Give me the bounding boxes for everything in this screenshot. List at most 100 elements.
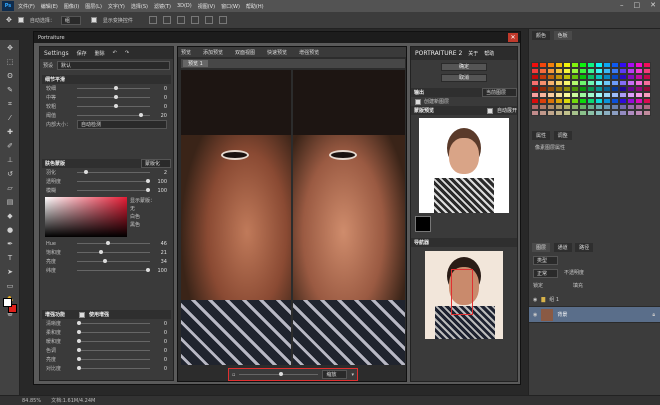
gradient-icon[interactable]: ▤ [3,197,17,208]
swatches-grid[interactable] [531,62,651,124]
mask-option-black[interactable]: 黑色 [130,221,155,228]
slider-knob[interactable] [146,268,151,272]
slider[interactable] [77,179,151,183]
swatch[interactable] [539,110,547,116]
slider-knob[interactable] [146,179,151,183]
slider[interactable] [77,330,150,334]
show-transform-checkbox[interactable] [90,17,97,23]
swatch[interactable] [547,110,555,116]
cancel-button[interactable]: 取消 [441,74,487,82]
slider-value[interactable]: 46 [153,241,167,247]
slider-knob[interactable] [106,241,111,245]
blend-mode-select[interactable]: 正常 [533,269,559,278]
menu-help[interactable]: 帮助(H) [246,3,264,10]
auto-expand-checkbox[interactable] [486,107,493,114]
slider-knob[interactable] [139,113,144,117]
maximize-icon[interactable]: □ [634,1,641,9]
path-select-icon[interactable]: ➤ [3,267,17,278]
help-link[interactable]: 帮助 [484,50,494,57]
menu-select[interactable]: 选择(S) [131,3,148,10]
slider-value[interactable]: 0 [153,86,167,92]
swatch[interactable] [643,110,651,116]
tab-paths[interactable]: 路径 [575,243,594,252]
align-right-icon[interactable] [218,16,227,24]
enhanced-preview-option[interactable]: 增强预览 [299,49,319,56]
swatch[interactable] [555,110,563,116]
slider[interactable] [77,357,150,361]
preset-select[interactable]: 默认 [57,61,170,70]
slider-value[interactable]: 0 [153,357,167,363]
tab-properties[interactable]: 属性 [532,131,551,140]
slider-knob[interactable] [77,357,81,361]
tab-channels[interactable]: 通道 [553,243,572,252]
move-icon[interactable]: ✥ [3,43,17,54]
slider[interactable] [77,104,150,108]
slider-value[interactable]: 20 [153,113,167,119]
slider-knob[interactable] [77,339,81,343]
menu-3d[interactable]: 3D(D) [177,3,192,9]
mask-mode-select[interactable]: 蒙版化 [140,159,171,168]
slider[interactable] [77,95,150,99]
align-center-icon[interactable] [204,16,213,24]
crop-icon[interactable]: ⌗ [3,99,17,110]
tab-swatches[interactable]: 色板 [553,31,572,40]
swatch[interactable] [635,110,643,116]
slider[interactable] [77,321,150,325]
slider-knob[interactable] [77,330,81,334]
tab-adjustments[interactable]: 调整 [553,131,572,140]
align-bottom-icon[interactable] [176,16,185,24]
slider-value[interactable]: 2 [153,170,167,176]
preview-tab[interactable]: 预览 1 [183,60,208,67]
shape-icon[interactable]: ▭ [3,281,17,292]
mask-color-swatch[interactable] [415,216,431,232]
history-brush-icon[interactable]: ↺ [3,169,17,180]
slider-knob[interactable] [77,366,81,370]
eye-icon[interactable]: ◉ [533,312,537,318]
close-icon[interactable]: ✕ [650,1,656,9]
slider-value[interactable]: 100 [153,188,167,194]
mask-option-white[interactable]: 白色 [130,213,155,220]
slider-value[interactable]: 21 [153,250,167,256]
marquee-icon[interactable]: ⬚ [3,57,17,68]
menu-type[interactable]: 文字(Y) [108,3,125,10]
type-icon[interactable]: T [3,253,17,264]
menu-file[interactable]: 文件(F) [18,3,35,10]
color-picker-gradient[interactable] [45,197,127,237]
output-select[interactable]: 当前图层 [481,88,517,97]
swatch[interactable] [571,110,579,116]
slider-knob[interactable] [77,348,81,352]
mask-option-none[interactable]: 无 [130,205,155,212]
slider-knob[interactable] [146,188,151,192]
slider[interactable] [77,366,150,370]
delete-button[interactable]: 删除 [95,50,105,57]
stamp-icon[interactable]: ⊥ [3,155,17,166]
undo-icon[interactable]: ↶ [113,50,117,56]
swatch[interactable] [563,110,571,116]
pen-icon[interactable]: ✒ [3,239,17,250]
add-preview-button[interactable]: 添加预览 [203,49,223,56]
dialog-close-button[interactable]: ✕ [508,33,518,42]
swatch[interactable] [579,110,587,116]
ok-button[interactable]: 确定 [441,63,487,71]
preview-before[interactable] [181,70,291,365]
slider-value[interactable]: 34 [153,259,167,265]
slider-knob[interactable] [77,321,81,325]
align-left-icon[interactable] [190,16,199,24]
slider-value[interactable]: 0 [153,330,167,336]
slider-value[interactable]: 0 [153,104,167,110]
zoom-select[interactable]: 缩放 [322,370,348,379]
layer-kind-select[interactable]: 类型 [533,256,559,265]
swatch[interactable] [587,110,595,116]
create-layer-checkbox[interactable] [415,98,421,105]
redo-icon[interactable]: ↷ [125,50,129,56]
slider[interactable] [77,268,151,272]
swatch[interactable] [603,110,611,116]
align-top-icon[interactable] [148,16,157,24]
eyedropper-icon[interactable]: ⁄ [3,113,17,124]
quick-preview-option[interactable]: 快速预览 [267,49,287,56]
use-enhance-checkbox[interactable] [79,311,86,318]
eye-icon[interactable]: ◉ [533,297,537,303]
swatch[interactable] [619,110,627,116]
slider[interactable] [77,86,150,90]
swatch[interactable] [595,110,603,116]
